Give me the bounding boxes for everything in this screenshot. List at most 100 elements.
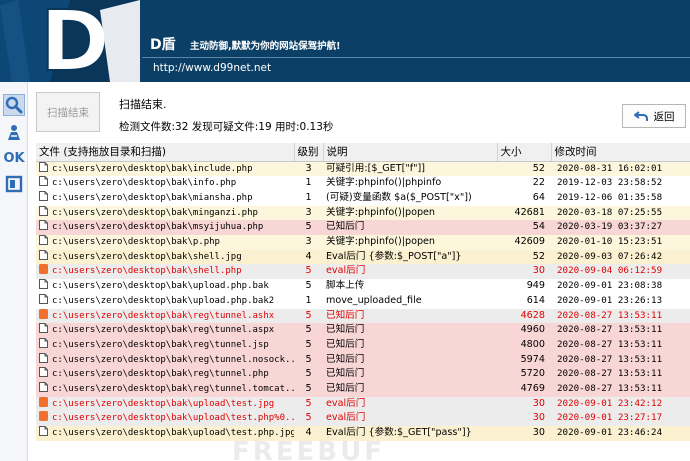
cell-description: (可疑)变量函数 $a($_POST["x"]) <box>326 191 472 203</box>
cell-description: eval后门 <box>326 412 366 424</box>
cell-description: move_uploaded_file <box>326 294 422 306</box>
cell-modified-time: 2020-08-27 13:53:11 <box>557 309 663 321</box>
table-row[interactable]: c:\users\zero\desktop\bak\upload\test.jp… <box>36 396 690 412</box>
tool-person[interactable] <box>3 122 25 144</box>
table-row[interactable]: c:\users\zero\desktop\bak\minganzi.php 3 关… <box>36 205 690 221</box>
table-row[interactable]: c:\users\zero\desktop\bak\upload.php.bak… <box>36 279 690 294</box>
column-header-modified-time[interactable]: 修改时间 <box>551 143 690 162</box>
table-row[interactable]: c:\users\zero\desktop\bak\miansha.php 1 (可… <box>36 190 690 206</box>
cell-file: c:\users\zero\desktop\bak\minganzi.php <box>36 205 294 221</box>
cell-file: c:\users\zero\desktop\bak\reg\tunnel.asp… <box>36 323 294 338</box>
cell-description: eval后门 <box>326 265 366 277</box>
cell-modified-time: 2020-03-18 07:25:55 <box>557 206 663 218</box>
table-row[interactable]: c:\users\zero\desktop\bak\reg\tunnel.nos… <box>36 352 690 368</box>
cell-level: 5 <box>305 338 312 350</box>
cell-modified-time: 2020-09-01 23:26:13 <box>557 294 663 306</box>
cell-file: c:\users\zero\desktop\bak\miansha.php <box>36 190 294 206</box>
file-path: c:\users\zero\desktop\bak\info.php <box>52 178 237 189</box>
cell-description: 关键字:phpinfo()|popen <box>326 206 436 218</box>
cell-description: eval后门 <box>326 397 366 409</box>
status-title: 扫描结束. <box>119 98 167 111</box>
cell-level: 5 <box>305 265 312 277</box>
file-path: c:\users\zero\desktop\bak\reg\tunnel.tom… <box>52 384 294 395</box>
column-header-file[interactable]: 文件 (支持拖放目录和扫描) <box>36 143 295 162</box>
table-row[interactable]: c:\users\zero\desktop\bak\upload\test.ph… <box>36 411 690 427</box>
file-icon <box>39 426 48 437</box>
cell-level: 1 <box>305 177 312 189</box>
cell-size: 30 <box>532 412 545 424</box>
flagged-file-icon <box>39 308 48 319</box>
cell-level: 5 <box>305 280 312 292</box>
file-icon <box>39 176 48 187</box>
file-path: c:\users\zero\desktop\bak\shell.php <box>52 266 242 277</box>
status-panel: 扫描结束 扫描结束. 检测文件数:32 发现可疑文件:19 用时:0.13秒 返… <box>28 82 690 142</box>
cell-modified-time: 2019-12-06 01:35:58 <box>557 191 663 203</box>
tool-ok[interactable]: OK <box>3 147 25 169</box>
column-header-level[interactable]: 级别 <box>294 143 324 162</box>
file-path: c:\users\zero\desktop\bak\reg\tunnel.jsp <box>52 339 269 350</box>
cell-size: 5720 <box>520 368 545 380</box>
cell-description: 已知后门 <box>326 368 365 380</box>
cell-description: 已知后门 <box>326 221 365 233</box>
tool-scan[interactable] <box>3 94 25 116</box>
cell-level: 5 <box>305 353 312 365</box>
cell-modified-time: 2020-09-01 23:42:12 <box>557 397 663 409</box>
table-row[interactable]: c:\users\zero\desktop\bak\include.php 3 可疑… <box>36 161 690 177</box>
cell-file: c:\users\zero\desktop\bak\include.php <box>36 161 294 176</box>
file-icon <box>39 367 48 378</box>
file-path: c:\users\zero\desktop\bak\reg\tunnel.php <box>52 369 269 380</box>
table-row[interactable]: c:\users\zero\desktop\bak\reg\tunnel.ash… <box>36 308 690 324</box>
table-row[interactable]: c:\users\zero\desktop\bak\reg\tunnel.asp… <box>36 323 690 338</box>
website-url[interactable]: http://www.d99net.net <box>153 62 271 74</box>
table-row[interactable]: c:\users\zero\desktop\bak\shell.jpg 4 Eval… <box>36 249 690 265</box>
cell-file: c:\users\zero\desktop\bak\reg\tunnel.nos… <box>36 352 294 368</box>
cell-level: 3 <box>305 162 312 174</box>
header-banner: D D盾 主动防御,默默为你的网站保驾护航! http://www.d99net… <box>0 0 690 82</box>
cell-level: 5 <box>305 309 312 321</box>
file-path: c:\users\zero\desktop\bak\upload.php.bak… <box>52 295 275 306</box>
table-row[interactable]: c:\users\zero\desktop\bak\upload.php.bak… <box>36 293 690 309</box>
file-path: c:\users\zero\desktop\bak\reg\tunnel.nos… <box>52 354 294 365</box>
cell-size: 30 <box>532 397 545 409</box>
table-row[interactable]: c:\users\zero\desktop\bak\reg\tunnel.jsp… <box>36 337 690 353</box>
cell-level: 5 <box>305 383 312 395</box>
table-row[interactable]: c:\users\zero\desktop\bak\shell.php 5 eval… <box>36 264 690 280</box>
file-path: c:\users\zero\desktop\bak\msyijuhua.php <box>52 222 264 233</box>
column-header-description[interactable]: 说明 <box>323 143 498 162</box>
table-row[interactable]: c:\users\zero\desktop\bak\msyijuhua.php 5… <box>36 220 690 236</box>
cell-modified-time: 2020-09-01 23:46:24 <box>557 427 663 439</box>
scan-finished-button[interactable]: 扫描结束 <box>36 92 100 132</box>
logo: D <box>0 0 140 82</box>
table-row[interactable]: c:\users\zero\desktop\bak\info.php 1 关键字:p… <box>36 176 690 191</box>
table-row[interactable]: c:\users\zero\desktop\bak\reg\tunnel.tom… <box>36 382 690 397</box>
brand-name: D盾 <box>150 37 176 53</box>
file-path: c:\users\zero\desktop\bak\include.php <box>52 163 253 174</box>
cell-size: 949 <box>526 280 545 292</box>
cell-description: 已知后门 <box>326 353 365 365</box>
cell-size: 4800 <box>520 338 545 350</box>
ok-icon: OK <box>3 150 25 166</box>
file-icon <box>39 382 48 393</box>
cell-size: 22 <box>532 177 545 189</box>
file-icon <box>39 337 48 348</box>
cell-level: 5 <box>305 397 312 409</box>
cell-size: 54 <box>532 221 545 233</box>
cell-size: 52 <box>532 162 545 174</box>
slogan: 主动防御,默默为你的网站保驾护航! <box>190 41 341 52</box>
window-icon <box>5 175 23 193</box>
back-button[interactable]: 返回 <box>622 104 686 128</box>
cell-description: 脚本上传 <box>326 280 365 292</box>
table-row[interactable]: c:\users\zero\desktop\bak\reg\tunnel.php… <box>36 367 690 383</box>
column-header-size[interactable]: 大小 <box>497 143 552 162</box>
cell-file: c:\users\zero\desktop\bak\upload\test.ph… <box>36 411 294 426</box>
cell-level: 5 <box>305 412 312 424</box>
file-icon <box>39 235 48 246</box>
cell-size: 42681 <box>514 206 545 218</box>
table-row[interactable]: c:\users\zero\desktop\bak\p.php 3 关键字:phpi… <box>36 235 690 250</box>
cell-modified-time: 2020-09-03 07:26:42 <box>557 250 663 262</box>
tool-window[interactable] <box>3 173 25 195</box>
table-header: 文件 (支持拖放目录和扫描) 级别 说明 大小 修改时间 <box>36 143 690 162</box>
file-icon <box>39 205 48 216</box>
cell-description: 可疑引用:[$_GET["f"]] <box>326 162 426 174</box>
cell-description: 已知后门 <box>326 309 365 321</box>
